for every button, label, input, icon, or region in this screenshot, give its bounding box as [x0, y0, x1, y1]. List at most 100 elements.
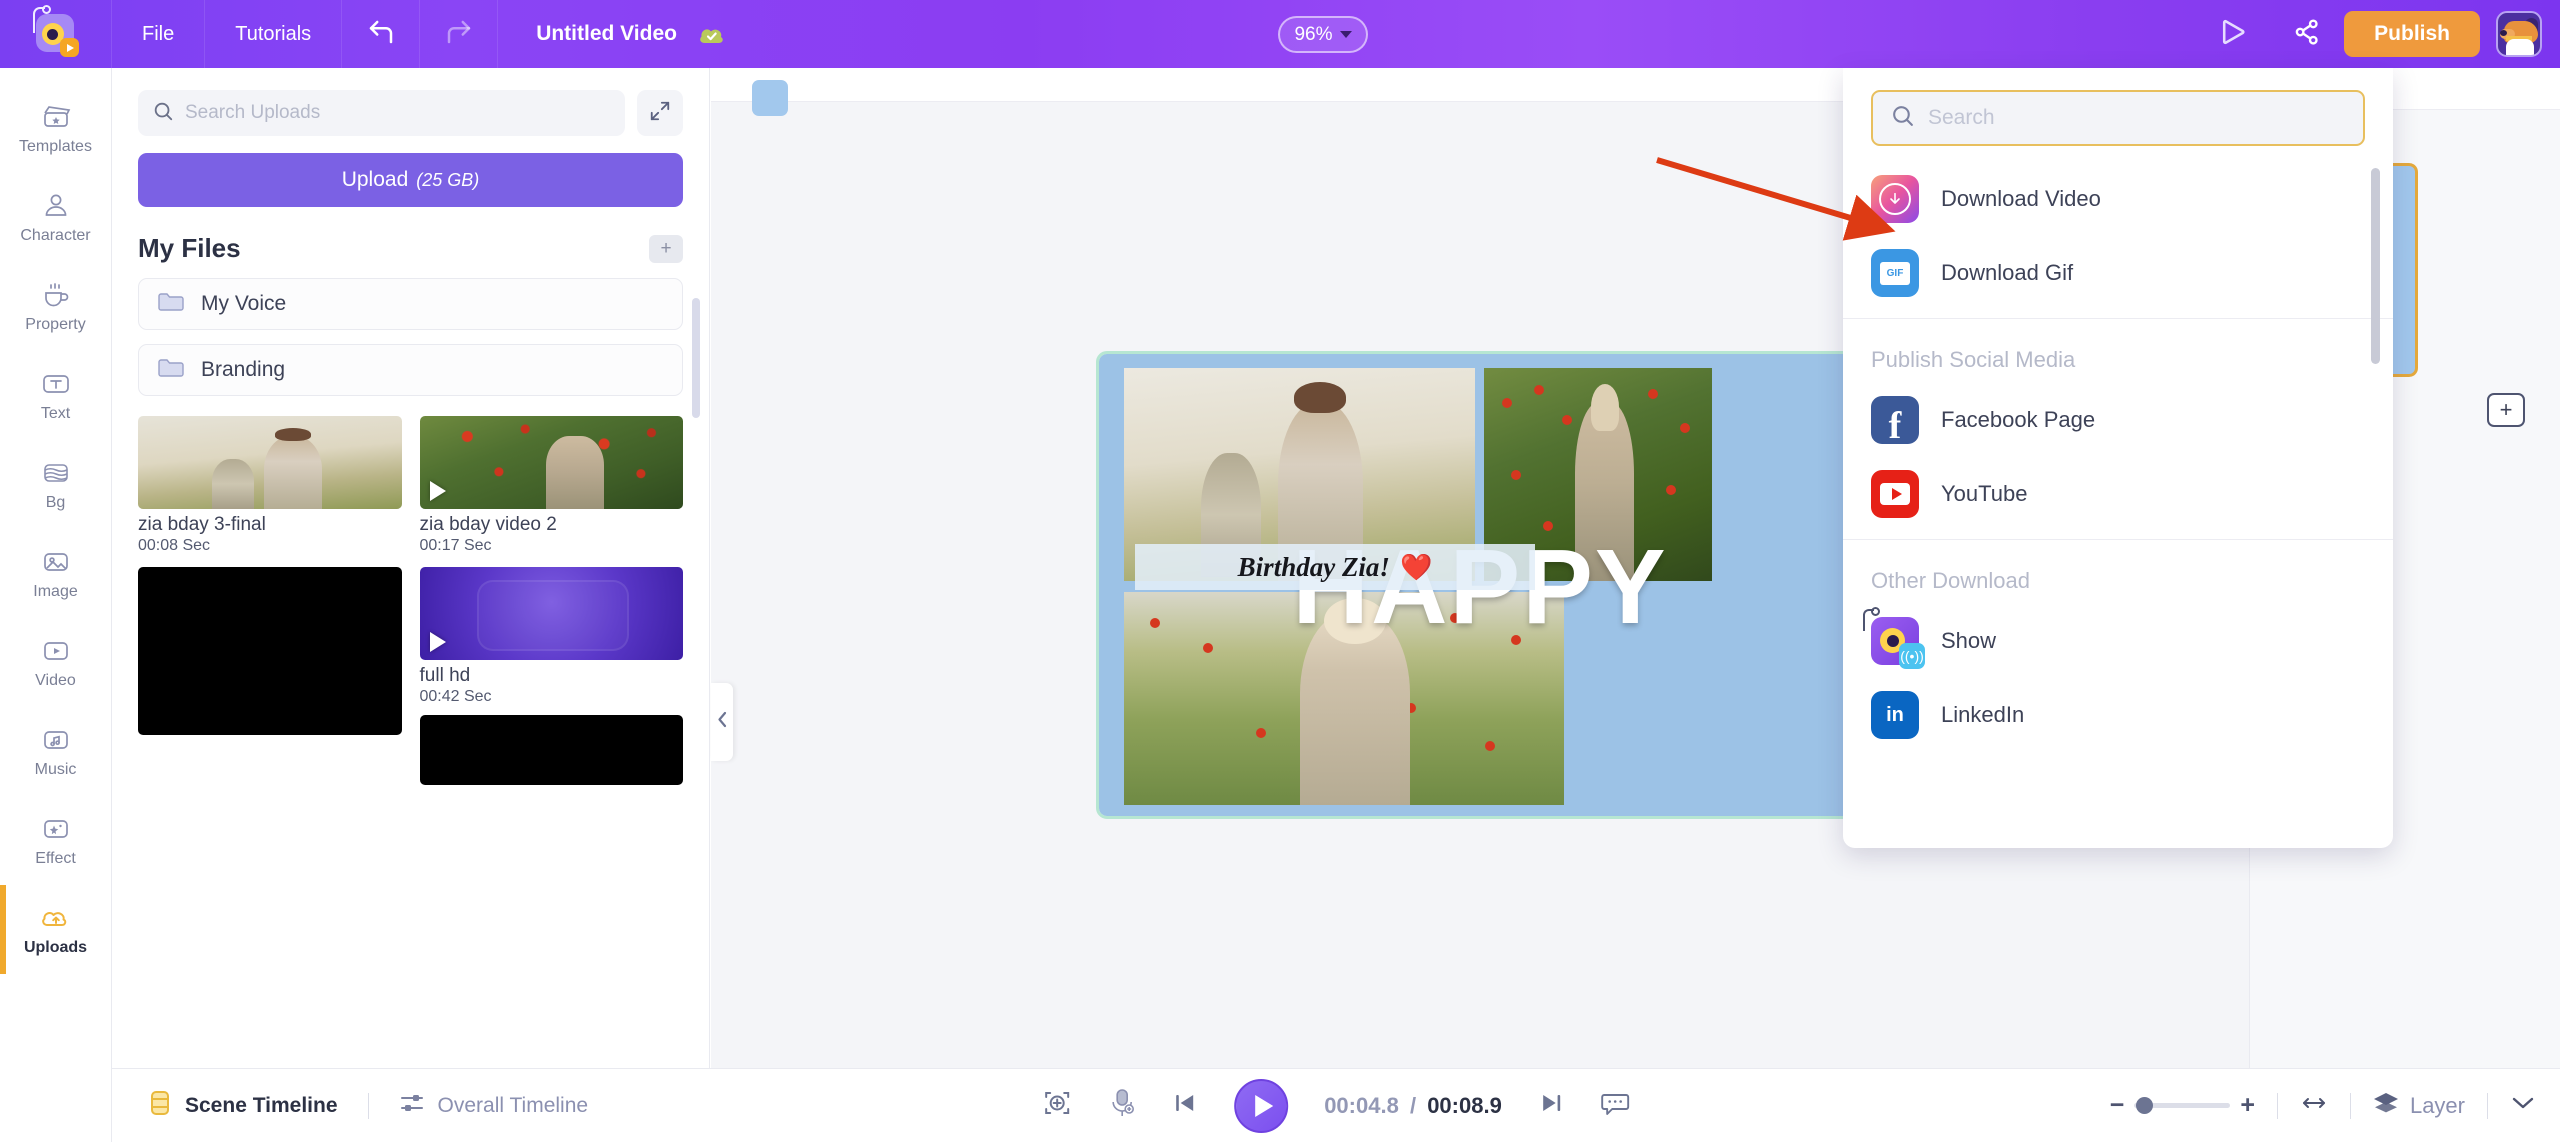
- search-uploads-box[interactable]: [138, 90, 625, 136]
- expand-icon: [649, 100, 671, 127]
- subtitle-button[interactable]: [1600, 1090, 1630, 1121]
- publish-menu-search-box[interactable]: [1871, 90, 2365, 146]
- sidebar-item-text[interactable]: Text: [0, 351, 112, 440]
- timeline-zoom-slider[interactable]: − +: [2110, 1091, 2255, 1120]
- publish-menu-download-list: Download Video GIF Download Gif: [1843, 162, 2393, 310]
- user-avatar[interactable]: [2496, 11, 2542, 57]
- expand-panel-button[interactable]: [637, 90, 683, 136]
- add-scene-button[interactable]: +: [2487, 393, 2525, 427]
- undo-button[interactable]: [342, 0, 421, 68]
- asset-thumbnail[interactable]: [419, 715, 683, 785]
- total-time: 00:08.9: [1427, 1092, 1502, 1118]
- caption-banner[interactable]: Birthday Zia! ❤️: [1135, 544, 1535, 590]
- asset-thumbnail[interactable]: [419, 416, 683, 509]
- zoom-slider-knob[interactable]: [2136, 1097, 2154, 1114]
- photo-toddler-poppy-field[interactable]: [1124, 592, 1564, 805]
- menu-item-youtube[interactable]: YouTube: [1871, 457, 2365, 531]
- collapse-panel-button[interactable]: [711, 683, 733, 761]
- next-frame-button[interactable]: [1538, 1090, 1564, 1121]
- video-canvas[interactable]: HAPPY Birthday Zia! ❤️: [1096, 351, 1864, 819]
- asset-thumbnail[interactable]: [419, 567, 683, 660]
- asset-item[interactable]: full hd 00:42 Sec: [419, 567, 683, 785]
- zoom-out-button[interactable]: −: [2110, 1091, 2125, 1120]
- play-icon: [429, 481, 446, 501]
- sidebar-label: Music: [34, 760, 77, 778]
- asset-item[interactable]: zia bday 3-final 00:08 Sec: [138, 416, 402, 555]
- video-icon: [39, 636, 73, 666]
- menu-item-label: Download Gif: [1941, 260, 2074, 285]
- uploads-search-row: [138, 90, 683, 136]
- linkedin-icon: in: [1871, 691, 1919, 739]
- music-icon: [39, 725, 73, 755]
- fit-width-button[interactable]: [2300, 1093, 2328, 1118]
- app-logo[interactable]: [0, 0, 112, 68]
- sidebar-item-bg[interactable]: Bg: [0, 440, 112, 529]
- expand-timeline-button[interactable]: [2510, 1094, 2536, 1117]
- menu-item-show[interactable]: ((•)) Show: [1863, 604, 2365, 678]
- add-scene-button[interactable]: [1042, 1088, 1072, 1123]
- tab-overall-timeline[interactable]: Overall Timeline: [385, 1090, 603, 1121]
- plus-icon: +: [660, 237, 672, 259]
- divider: [2487, 1092, 2488, 1119]
- sidebar-item-uploads[interactable]: Uploads: [0, 885, 112, 974]
- menu-item-label: LinkedIn: [1941, 702, 2025, 727]
- preview-button[interactable]: [2196, 0, 2270, 68]
- publish-menu-scrollbar[interactable]: [2371, 168, 2380, 364]
- menu-divider: [1843, 318, 2393, 319]
- sidebar-item-music[interactable]: Music: [0, 707, 112, 796]
- menu-item-download-gif[interactable]: GIF Download Gif: [1871, 236, 2365, 310]
- sidebar-item-image[interactable]: Image: [0, 529, 112, 618]
- folder-my-voice[interactable]: My Voice: [138, 278, 683, 330]
- asset-name: full hd: [419, 665, 471, 686]
- sidebar-label: Bg: [45, 493, 66, 511]
- publish-menu-search-input[interactable]: [1928, 106, 2346, 130]
- sidebar-item-video[interactable]: Video: [0, 618, 112, 707]
- tutorials-menu[interactable]: Tutorials: [205, 0, 343, 68]
- sidebar-item-effect[interactable]: Effect: [0, 796, 112, 885]
- sidebar-item-character[interactable]: Character: [0, 173, 112, 262]
- menu-item-facebook-page[interactable]: f Facebook Page: [1871, 383, 2365, 457]
- layer-button[interactable]: Layer: [2373, 1091, 2465, 1120]
- zoom-in-button[interactable]: +: [2240, 1091, 2255, 1120]
- my-files-title: My Files: [138, 233, 241, 263]
- zoom-level-dropdown[interactable]: 96%: [1278, 16, 1368, 53]
- show-app-icon: ((•)): [1863, 607, 1925, 669]
- tab-scene-timeline[interactable]: Scene Timeline: [134, 1089, 352, 1122]
- publish-menu-other-list: ((•)) Show in LinkedIn: [1843, 604, 2393, 752]
- asset-duration: 00:42 Sec: [419, 688, 492, 705]
- asset-thumbnail[interactable]: [138, 416, 402, 509]
- menu-item-download-video[interactable]: Download Video: [1871, 162, 2365, 236]
- publish-button[interactable]: Publish: [2344, 11, 2480, 57]
- previous-frame-button[interactable]: [1172, 1090, 1198, 1121]
- publish-menu-social-list: f Facebook Page YouTube: [1843, 383, 2393, 531]
- scene-color-swatch[interactable]: [752, 80, 788, 116]
- upload-label: Upload: [341, 168, 409, 191]
- asset-item[interactable]: zia bday video 2 00:17 Sec: [419, 416, 683, 555]
- zoom-slider-track[interactable]: [2134, 1097, 2231, 1114]
- upload-button[interactable]: Upload (25 GB): [138, 153, 683, 207]
- play-button[interactable]: [1234, 1078, 1289, 1133]
- sidebar-item-property[interactable]: Property: [0, 262, 112, 351]
- folder-branding[interactable]: Branding: [138, 344, 683, 396]
- asset-item[interactable]: [138, 567, 402, 785]
- menu-item-linkedin[interactable]: in LinkedIn: [1871, 678, 2365, 752]
- sidebar-label: Templates: [19, 137, 92, 155]
- redo-button[interactable]: [420, 0, 499, 68]
- uploads-panel-scrollbar[interactable]: [692, 298, 700, 418]
- project-title[interactable]: Untitled Video: [536, 22, 677, 46]
- timeline-tabs: Scene Timeline Overall Timeline: [134, 1089, 602, 1122]
- zoom-level-value: 96%: [1294, 23, 1333, 45]
- share-button[interactable]: [2270, 0, 2344, 68]
- asset-thumbnail[interactable]: [138, 567, 402, 735]
- subtitle-icon: [1600, 1090, 1630, 1121]
- divider: [2349, 1092, 2351, 1119]
- bottom-right-controls: − + Layer: [2110, 1091, 2536, 1120]
- sidebar-label: Uploads: [23, 938, 88, 956]
- left-tool-rail: Templates Character Property Text Bg Ima…: [0, 68, 112, 1142]
- add-folder-button[interactable]: +: [649, 234, 683, 263]
- search-uploads-input[interactable]: [185, 102, 611, 124]
- effect-icon: [39, 814, 73, 844]
- record-voice-button[interactable]: [1108, 1087, 1136, 1124]
- file-menu[interactable]: File: [112, 0, 206, 68]
- sidebar-item-templates[interactable]: Templates: [0, 84, 112, 173]
